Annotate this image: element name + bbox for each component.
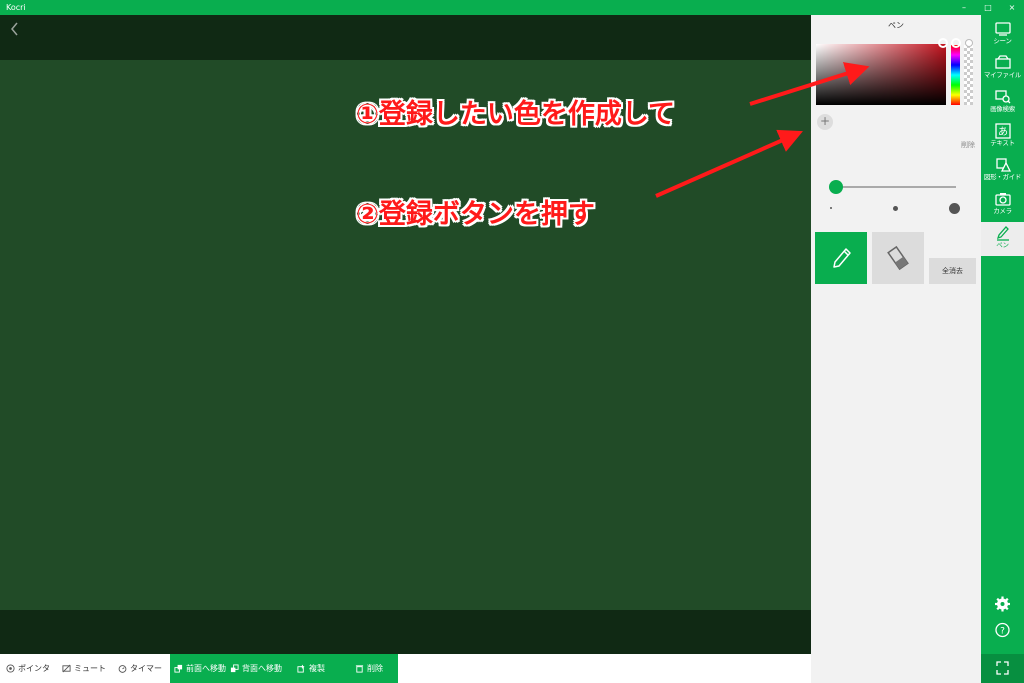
add-color-button[interactable]: + — [817, 114, 833, 130]
color-saturation-picker[interactable] — [816, 44, 946, 105]
timer-label: タイマー — [130, 664, 162, 673]
fullscreen-icon — [996, 661, 1009, 675]
size-medium-dot — [893, 206, 898, 211]
size-small-dot — [830, 207, 832, 209]
opacity-slider[interactable] — [964, 45, 973, 105]
mute-button[interactable]: ミュート — [62, 654, 106, 683]
sidebar-item-scene[interactable]: シーン — [981, 18, 1024, 52]
bring-front-icon — [174, 664, 183, 673]
mute-icon — [62, 664, 71, 673]
send-back-button[interactable]: 背面へ移動 — [230, 654, 282, 683]
settings-button[interactable] — [981, 594, 1024, 614]
chevron-left-icon — [11, 22, 18, 36]
app-title: Kocri — [6, 3, 26, 12]
clear-all-button[interactable]: 全消去 — [929, 258, 976, 284]
pen-size-slider-handle[interactable] — [829, 180, 843, 194]
pen-icon — [996, 226, 1009, 241]
scene-icon — [994, 22, 1011, 36]
delete-label: 削除 — [367, 664, 383, 673]
gear-icon — [995, 596, 1010, 612]
pen-settings-panel — [811, 15, 981, 683]
camera-icon — [994, 193, 1011, 206]
sidebar-label-pen: ペン — [996, 241, 1009, 249]
sidebar-item-camera[interactable]: カメラ — [981, 188, 1024, 222]
svg-text:あ: あ — [998, 126, 1008, 138]
bring-front-label: 前面へ移動 — [186, 664, 226, 673]
close-window-button[interactable]: × — [1000, 0, 1024, 15]
maximize-button[interactable]: □ — [976, 0, 1000, 15]
minimize-button[interactable]: – — [952, 0, 976, 15]
send-back-label: 背面へ移動 — [242, 664, 282, 673]
hue-slider[interactable] — [951, 45, 960, 105]
pen-tool-button[interactable] — [815, 232, 867, 284]
pointer-icon — [6, 664, 15, 673]
shape-guide-icon — [995, 158, 1011, 172]
help-icon: ? — [995, 622, 1010, 638]
help-button[interactable]: ? — [981, 620, 1024, 640]
annotation-step1: ①登録したい色を作成して — [356, 99, 676, 130]
blackboard-canvas[interactable] — [0, 60, 811, 610]
duplicate-button[interactable]: 複製 — [297, 654, 325, 683]
back-button[interactable] — [8, 20, 22, 38]
sidebar-item-myfile[interactable]: マイファイル — [981, 52, 1024, 86]
sidebar-label-image-search: 画像検索 — [990, 105, 1015, 113]
sidebar-item-image-search[interactable]: 画像検索 — [981, 86, 1024, 120]
duplicate-icon — [297, 664, 305, 673]
bring-front-button[interactable]: 前面へ移動 — [174, 654, 226, 683]
timer-button[interactable]: タイマー — [118, 654, 162, 683]
pen-size-slider-track[interactable] — [830, 186, 956, 188]
sidebar-item-text[interactable]: あ テキスト — [981, 120, 1024, 154]
title-bar: Kocri – □ × — [0, 0, 1024, 15]
pencil-icon — [833, 248, 851, 268]
canvas-bottom-band — [0, 610, 811, 654]
eraser-tool-button[interactable] — [872, 232, 924, 284]
send-back-icon — [230, 664, 239, 673]
pointer-label: ポインタ — [18, 664, 50, 673]
delete-color-button[interactable]: 削除 — [930, 140, 975, 150]
svg-text:?: ? — [1000, 627, 1005, 637]
canvas-top-band — [0, 15, 811, 60]
pointer-button[interactable]: ポインタ — [6, 654, 50, 683]
fullscreen-button[interactable] — [981, 658, 1024, 678]
myfile-icon — [994, 55, 1011, 69]
opacity-slider-handle[interactable] — [965, 39, 973, 47]
text-icon: あ — [994, 123, 1011, 139]
hue-slider-handle[interactable] — [951, 38, 961, 48]
sidebar-label-camera: カメラ — [993, 207, 1012, 215]
sidebar-label-scene: シーン — [993, 37, 1012, 45]
sidebar-item-shape-guide[interactable]: 図形・ガイド — [981, 154, 1024, 188]
image-search-icon — [994, 90, 1010, 104]
trash-icon — [355, 665, 364, 673]
eraser-icon — [887, 245, 909, 271]
panel-title: ペン — [888, 21, 904, 30]
size-large-dot — [949, 203, 960, 214]
duplicate-label: 複製 — [309, 664, 325, 673]
annotation-step2: ②登録ボタンを押す — [356, 199, 595, 230]
mute-label: ミュート — [74, 664, 106, 673]
sidebar-label-text: テキスト — [990, 139, 1015, 147]
timer-icon — [118, 665, 127, 673]
sidebar-label-shape-guide: 図形・ガイド — [983, 173, 1022, 181]
sidebar-label-myfile: マイファイル — [983, 71, 1022, 79]
sidebar-item-pen[interactable]: ペン — [981, 222, 1024, 256]
color-picker-handle[interactable] — [938, 38, 948, 48]
delete-button[interactable]: 削除 — [355, 654, 383, 683]
